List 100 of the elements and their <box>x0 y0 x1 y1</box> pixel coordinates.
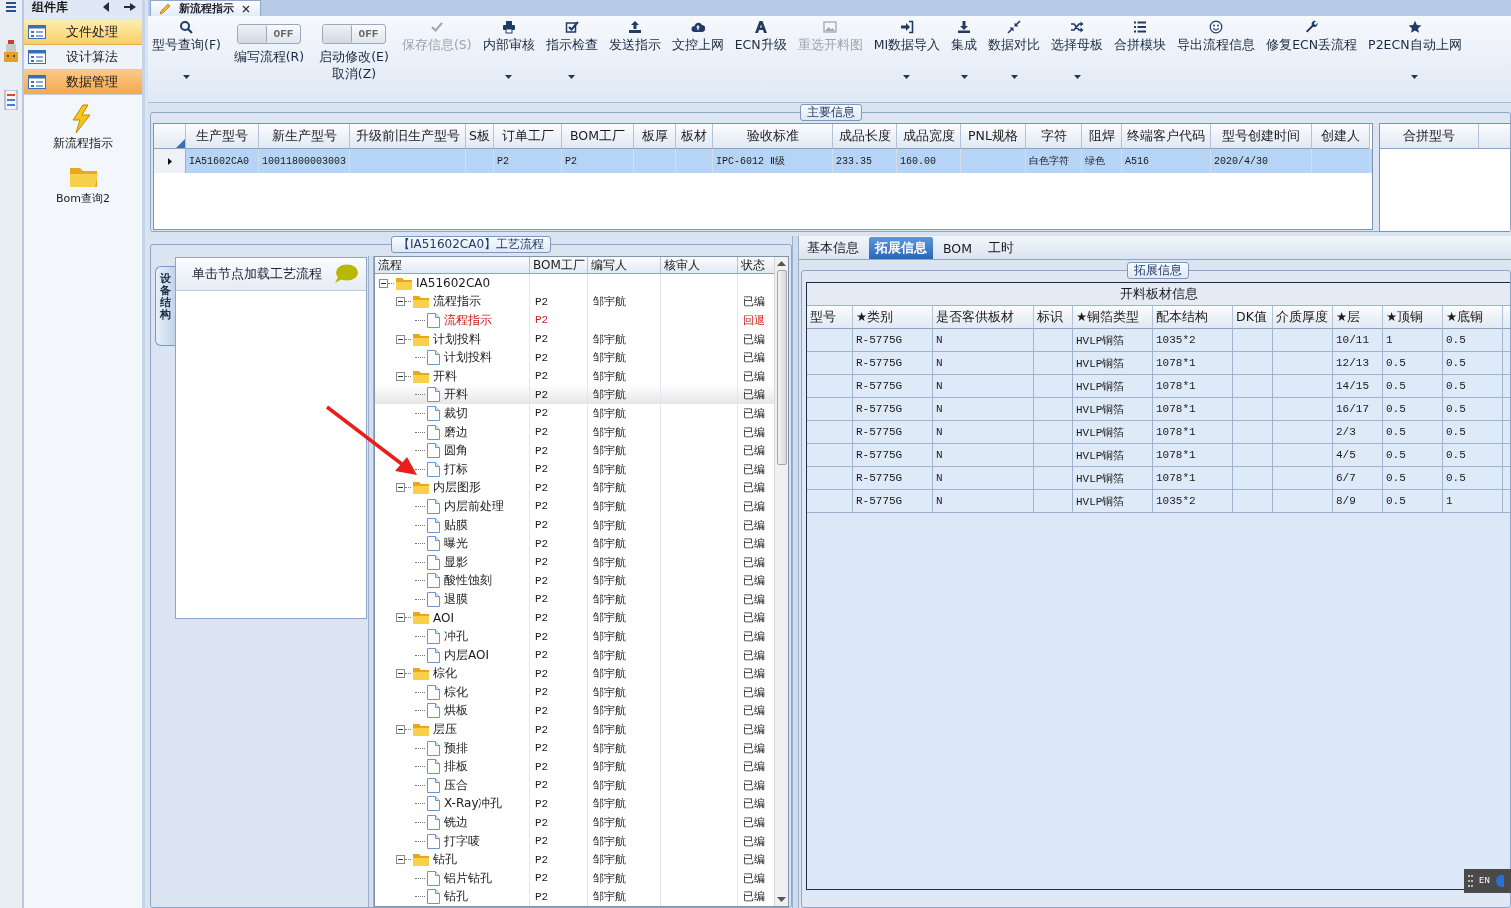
tree-node-label: 裁切 <box>444 404 468 422</box>
column-header: ★层 <box>1333 306 1383 329</box>
table-cell: 邹宇航 <box>588 869 661 888</box>
tree-node-label: 内层图形 <box>433 479 481 497</box>
toolbar-button[interactable]: 合拼模块 <box>1110 18 1171 88</box>
table-cell: 邹宇航 <box>588 590 661 609</box>
column-header: 介质厚度 <box>1273 306 1333 329</box>
toolbar-button[interactable]: 修复ECN丢流程 <box>1262 18 1362 88</box>
column-header: 生产型号 <box>186 124 259 149</box>
toolbar-button[interactable]: 导出流程信息 <box>1173 18 1260 88</box>
launcher-button[interactable]: Bom查询2 <box>24 159 142 207</box>
tree-node-label: 烘板 <box>444 702 468 720</box>
table-cell: 邹宇航 <box>588 738 661 758</box>
toolbar-button[interactable]: 文控上网 <box>667 18 728 88</box>
column-header: 标识 <box>1034 306 1073 329</box>
column-header: 字符 <box>1026 124 1082 149</box>
tab[interactable]: 工时 <box>982 237 1020 259</box>
tree-node-label: 钻孔 <box>433 851 457 869</box>
column-header: 成品宽度 <box>897 124 961 149</box>
tree-node-label: 铝片钻孔 <box>444 869 492 887</box>
table-cell: P2 <box>530 869 588 888</box>
nav-item[interactable]: 数据管理 <box>24 70 142 95</box>
table-cell: 0.5 <box>1383 352 1443 375</box>
table-cell: P2 <box>530 478 588 498</box>
table-cell: 邹宇航 <box>588 850 661 869</box>
toolbar-button[interactable]: 发送指示 <box>604 18 665 88</box>
table-cell: 10011800003003 <box>259 149 350 173</box>
table-cell: P2 <box>530 608 588 628</box>
table-cell: 邹宇航 <box>588 459 661 479</box>
section-legend: 主要信息 <box>799 104 862 121</box>
table-cell: N <box>933 329 1034 352</box>
table-cell: P2 <box>530 590 588 609</box>
table-cell: P2 <box>530 385 588 405</box>
column-header: DK值 <box>1233 306 1273 329</box>
table-cell: R-5775G <box>853 444 933 467</box>
tab[interactable]: 拓展信息 <box>869 237 933 259</box>
table-cell: P2 <box>530 701 588 721</box>
launcher-button[interactable]: 新流程指示 <box>24 103 142 151</box>
table-cell: 0.5 <box>1383 375 1443 398</box>
table-cell: R-5775G <box>853 490 933 513</box>
tree-node-label: 打字唛 <box>444 832 480 850</box>
table-cell: P2 <box>530 720 588 739</box>
table-cell: 邹宇航 <box>588 608 661 628</box>
tree-node-label: 圆角 <box>444 442 468 460</box>
column-header: 板厚 <box>634 124 676 149</box>
nav-item[interactable]: 设计算法 <box>24 45 142 70</box>
table-cell: R-5775G <box>853 421 933 444</box>
table-cell: N <box>933 421 1034 444</box>
table-cell: 6/7 <box>1333 467 1383 490</box>
toolbar-button[interactable]: 集成 <box>947 18 982 88</box>
table-cell: P2 <box>530 292 588 312</box>
tree-node-label: 退膜 <box>444 590 468 608</box>
toolbar-button[interactable]: 指示检查 <box>541 18 602 88</box>
table-cell: 邹宇航 <box>588 887 661 906</box>
toolbar-button[interactable]: 数据对比 <box>984 18 1045 88</box>
toolbar-button[interactable]: 内部审核 <box>478 18 539 88</box>
table-cell: HVLP铜箔 <box>1073 444 1153 467</box>
table-cell: P2 <box>530 757 588 777</box>
table-cell: N <box>933 352 1034 375</box>
column-header: 终端客户代码 <box>1122 124 1211 149</box>
table-cell: 0.5 <box>1443 375 1503 398</box>
column-header: 成品长度 <box>833 124 897 149</box>
toggle-switch[interactable]: OFF <box>321 24 386 44</box>
column-header: ★铜箔类型 <box>1073 306 1153 329</box>
table-cell: P2 <box>530 329 588 349</box>
toolbar-button[interactable]: P2ECN自动上网 <box>1364 18 1466 88</box>
table-cell: 邹宇航 <box>588 701 661 721</box>
table-cell: 邹宇航 <box>588 329 661 349</box>
toolbar-button[interactable]: 选择母板 <box>1047 18 1108 88</box>
toolbar-button[interactable]: MI数据导入 <box>869 18 945 88</box>
tab[interactable]: 基本信息 <box>801 237 865 259</box>
toggle-switch[interactable]: OFF <box>236 24 301 44</box>
tree-node-label: 开料 <box>444 386 468 404</box>
table-row[interactable]: IA51602CA0 10011800003003 P2 P2 IPC-6012 Ⅱ级 233.35 160.00 白色字符 绿色 A516 2020/4/30 <box>154 149 1372 173</box>
table-cell: 2020/4/30 <box>1211 149 1312 173</box>
table-cell: 0.5 <box>1443 467 1503 490</box>
table-cell: P2 <box>530 497 588 516</box>
column-header: 是否客供板材 <box>933 306 1034 329</box>
tree-row[interactable]: 开料 P2 邹宇航 已编 <box>375 385 775 405</box>
table-cell: 邹宇航 <box>588 348 661 367</box>
table-cell: 0.5 <box>1443 352 1503 375</box>
toolbar-button[interactable]: 型号查询(F) <box>148 18 225 88</box>
table-cell: 邹宇航 <box>588 627 661 646</box>
table-cell: 邹宇航 <box>588 292 661 312</box>
column-header: 流程 <box>375 257 530 274</box>
table-cell: 邹宇航 <box>588 776 661 795</box>
toolbar-button[interactable]: ECN升级 <box>730 18 791 88</box>
table-cell: 邹宇航 <box>588 757 661 777</box>
side-tab[interactable]: 设备结构 <box>155 266 175 346</box>
table-cell: 邹宇航 <box>588 813 661 832</box>
tree-node-label: 酸性蚀刻 <box>444 572 492 590</box>
table-cell: 233.35 <box>833 149 897 173</box>
document-tab[interactable]: 新流程指示 <box>150 0 261 16</box>
column-header: 型号创建时间 <box>1211 124 1312 149</box>
tab[interactable]: BOM <box>937 237 978 259</box>
table-cell: P2 <box>530 348 588 367</box>
column-header: BOM工厂 <box>530 257 588 274</box>
table-cell: P2 <box>530 887 588 906</box>
column-header: 配本结构 <box>1153 306 1233 329</box>
nav-item[interactable]: 文件处理 <box>24 20 142 45</box>
